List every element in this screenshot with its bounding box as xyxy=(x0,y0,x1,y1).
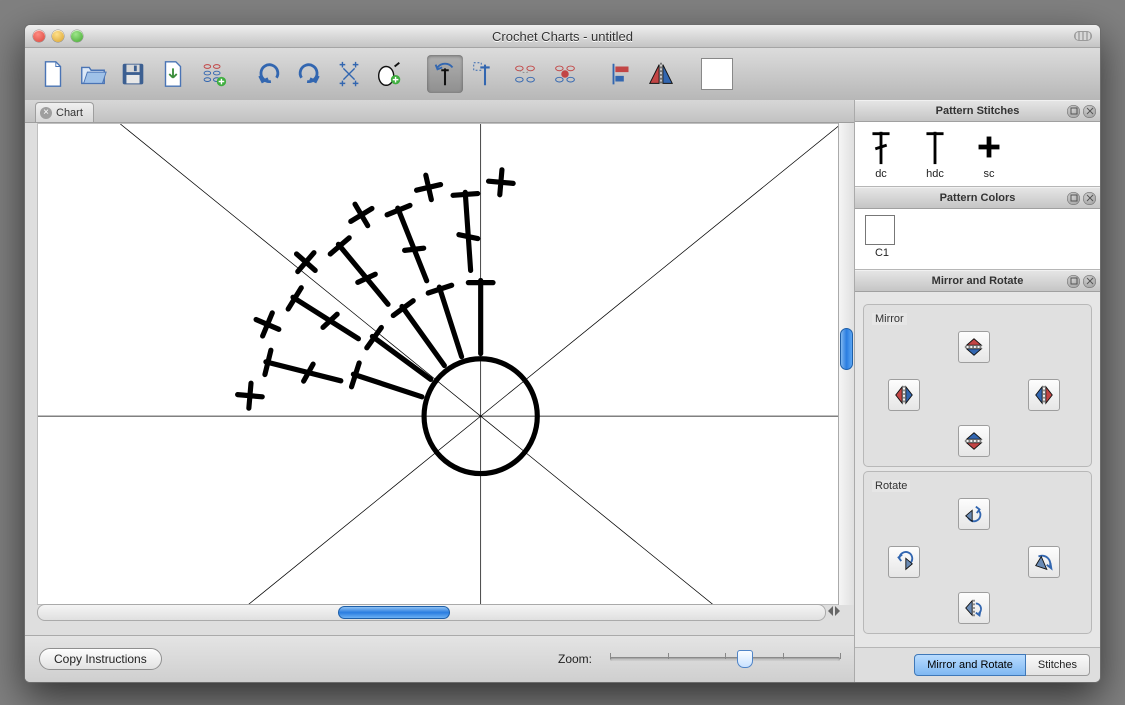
side-panel-tabs: Mirror and Rotate Stitches xyxy=(855,648,1100,682)
stitch-hdc[interactable]: hdc xyxy=(919,128,951,180)
tab-mirror-and-rotate[interactable]: Mirror and Rotate xyxy=(914,654,1026,676)
zoom-label: Zoom: xyxy=(558,652,592,666)
vertical-scrollbar[interactable] xyxy=(838,123,854,605)
new-chart-button[interactable] xyxy=(195,55,231,93)
zoom-out-button[interactable] xyxy=(331,55,367,93)
detach-panel-icon[interactable] xyxy=(1067,105,1080,118)
mirror-down-button[interactable] xyxy=(958,425,990,457)
color-swatch-c1[interactable] xyxy=(865,215,895,245)
horizontal-scroll-thumb[interactable] xyxy=(338,606,450,619)
link-front-button[interactable] xyxy=(507,55,543,93)
link-back-button[interactable] xyxy=(547,55,583,93)
new-doc-button[interactable] xyxy=(35,55,71,93)
tab-stitches[interactable]: Stitches xyxy=(1026,654,1090,676)
zoom-slider-knob[interactable] xyxy=(737,650,753,668)
rotate-ccw-button[interactable] xyxy=(888,546,920,578)
close-panel-icon[interactable] xyxy=(1083,105,1096,118)
pattern-colors-header[interactable]: Pattern Colors xyxy=(855,187,1100,209)
main-toolbar xyxy=(25,48,1100,101)
stitch-sc[interactable]: sc xyxy=(973,128,1005,180)
align-button[interactable] xyxy=(603,55,639,93)
detach-panel-icon[interactable] xyxy=(1067,275,1080,288)
mirror-tool-button[interactable] xyxy=(643,55,679,93)
titlebar: Crochet Charts - untitled xyxy=(25,25,1100,48)
pattern-stitches-header[interactable]: Pattern Stitches xyxy=(855,100,1100,122)
document-tabbar: × Chart xyxy=(25,100,854,123)
open-button[interactable] xyxy=(75,55,111,93)
mirror-up-button[interactable] xyxy=(958,331,990,363)
rotate-group: Rotate xyxy=(863,471,1092,634)
tab-label: Chart xyxy=(56,107,83,119)
window-title: Crochet Charts - untitled xyxy=(25,29,1100,44)
mirror-rotate-panel: Mirror Rotate xyxy=(855,292,1100,648)
close-panel-icon[interactable] xyxy=(1083,192,1096,205)
current-color-swatch[interactable] xyxy=(699,55,735,93)
export-button[interactable] xyxy=(155,55,191,93)
app-window: Crochet Charts - untitled xyxy=(24,24,1101,683)
rotate-right-button[interactable] xyxy=(1028,546,1060,578)
close-panel-icon[interactable] xyxy=(1083,275,1096,288)
rotate-180-button[interactable] xyxy=(958,592,990,624)
mirror-rotate-header[interactable]: Mirror and Rotate xyxy=(855,270,1100,292)
side-panels: Pattern Stitches dc hdc sc xyxy=(855,100,1100,682)
save-button[interactable] xyxy=(115,55,151,93)
stitch-mode-button[interactable] xyxy=(467,55,503,93)
color-label: C1 xyxy=(875,247,889,259)
detach-panel-icon[interactable] xyxy=(1067,192,1080,205)
undo-button[interactable] xyxy=(251,55,287,93)
stitch-dc[interactable]: dc xyxy=(865,128,897,180)
mirror-right-button[interactable] xyxy=(1028,379,1060,411)
toolbar-pill-icon[interactable] xyxy=(1074,31,1092,41)
chart-canvas[interactable] xyxy=(37,123,842,605)
rotate-mode-button[interactable] xyxy=(427,55,463,93)
mirror-group: Mirror xyxy=(863,304,1092,467)
hscroll-arrows[interactable] xyxy=(828,606,842,621)
mirror-left-button[interactable] xyxy=(888,379,920,411)
redo-button[interactable] xyxy=(291,55,327,93)
rotate-cw-button[interactable] xyxy=(958,498,990,530)
editor-area: × Chart xyxy=(25,100,855,682)
tab-close-icon[interactable]: × xyxy=(40,107,52,119)
pattern-colors-panel: C1 xyxy=(855,209,1100,270)
zoom-in-button[interactable] xyxy=(371,55,407,93)
zoom-slider[interactable] xyxy=(610,657,840,661)
horizontal-scrollbar[interactable] xyxy=(37,604,826,621)
vertical-scroll-thumb[interactable] xyxy=(840,328,853,370)
copy-instructions-button[interactable]: Copy Instructions xyxy=(39,648,162,670)
pattern-stitches-panel: dc hdc sc xyxy=(855,122,1100,187)
tab-chart[interactable]: × Chart xyxy=(35,102,94,122)
bottom-bar: Copy Instructions Zoom: xyxy=(25,635,854,682)
